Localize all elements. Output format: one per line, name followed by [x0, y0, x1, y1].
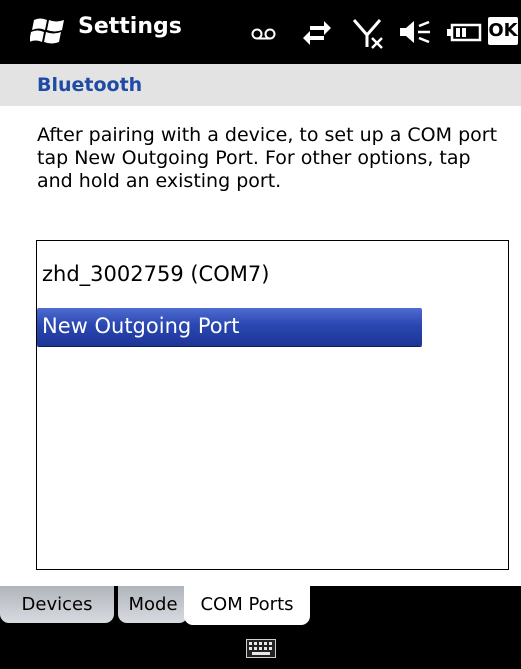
tab-bar: Devices Mode COM Ports — [0, 586, 521, 626]
keyboard-icon[interactable] — [246, 639, 276, 658]
battery-icon — [447, 23, 482, 42]
instructions-text: After pairing with a device, to set up a… — [37, 124, 498, 192]
page-header: Bluetooth — [0, 64, 521, 106]
data-connection-icon — [303, 21, 331, 45]
list-item-com-port[interactable]: zhd_3002759 (COM7) — [37, 256, 422, 294]
bottom-bar — [0, 626, 521, 669]
list-item-new-outgoing-port[interactable]: New Outgoing Port — [37, 308, 422, 346]
tab-com-ports[interactable]: COM Ports — [184, 586, 310, 625]
app-title: Settings — [78, 14, 182, 39]
speaker-muted-icon — [400, 20, 430, 44]
page-title: Bluetooth — [37, 74, 143, 96]
windows-start-icon[interactable] — [30, 16, 68, 46]
com-port-list[interactable]: zhd_3002759 (COM7) New Outgoing Port — [36, 240, 509, 570]
tab-mode[interactable]: Mode — [118, 586, 188, 623]
ok-button[interactable]: OK — [488, 17, 518, 45]
tab-devices[interactable]: Devices — [0, 586, 114, 623]
title-bar: Settings OK — [0, 0, 521, 64]
voicemail-icon — [251, 28, 276, 40]
no-signal-icon — [352, 19, 383, 49]
